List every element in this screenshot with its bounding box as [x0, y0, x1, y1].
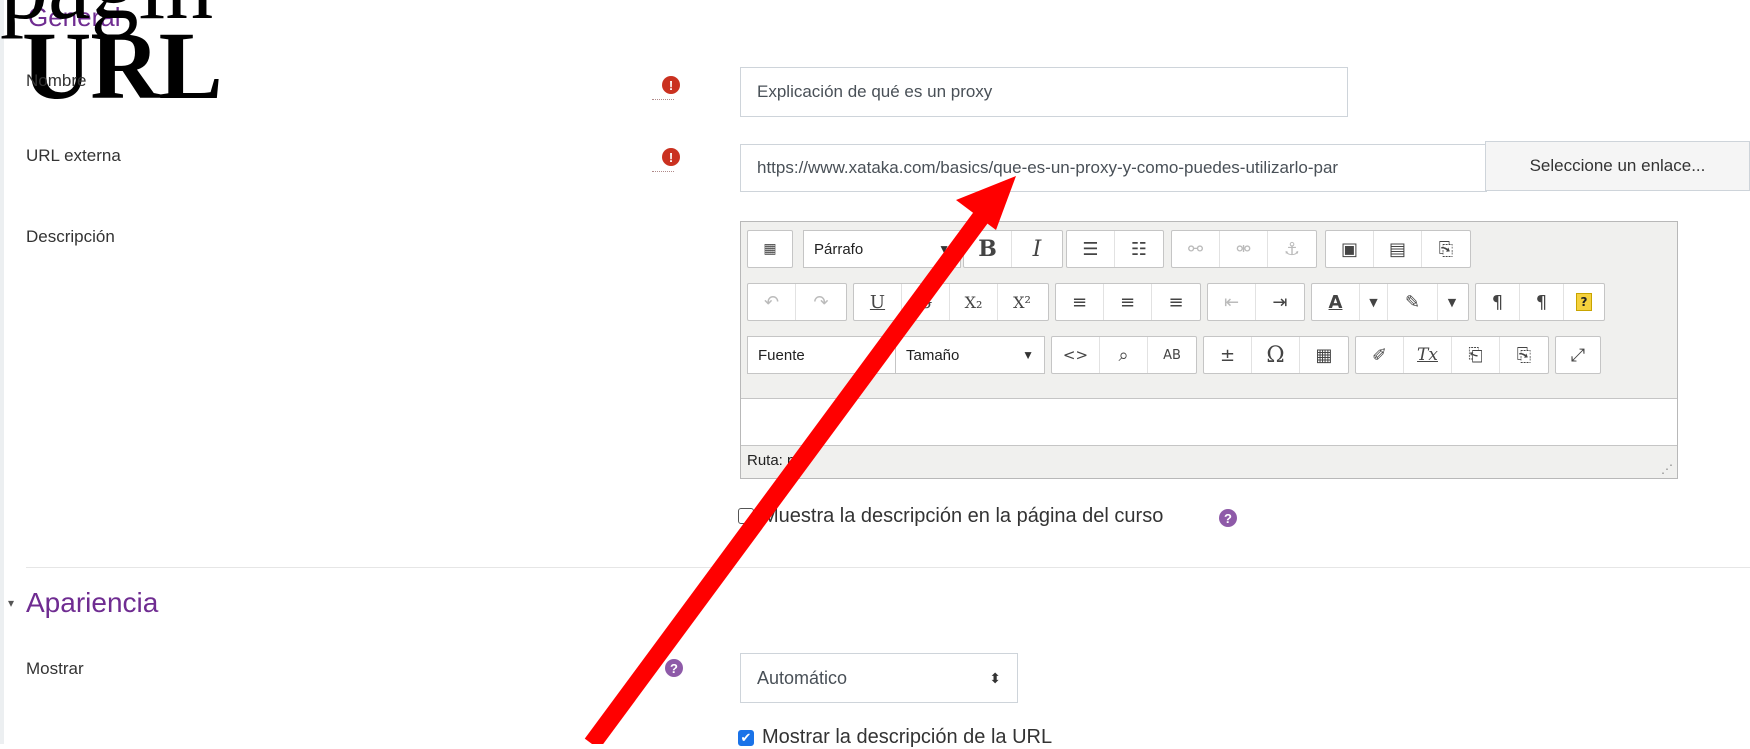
arrow-annotation: [584, 176, 1016, 744]
